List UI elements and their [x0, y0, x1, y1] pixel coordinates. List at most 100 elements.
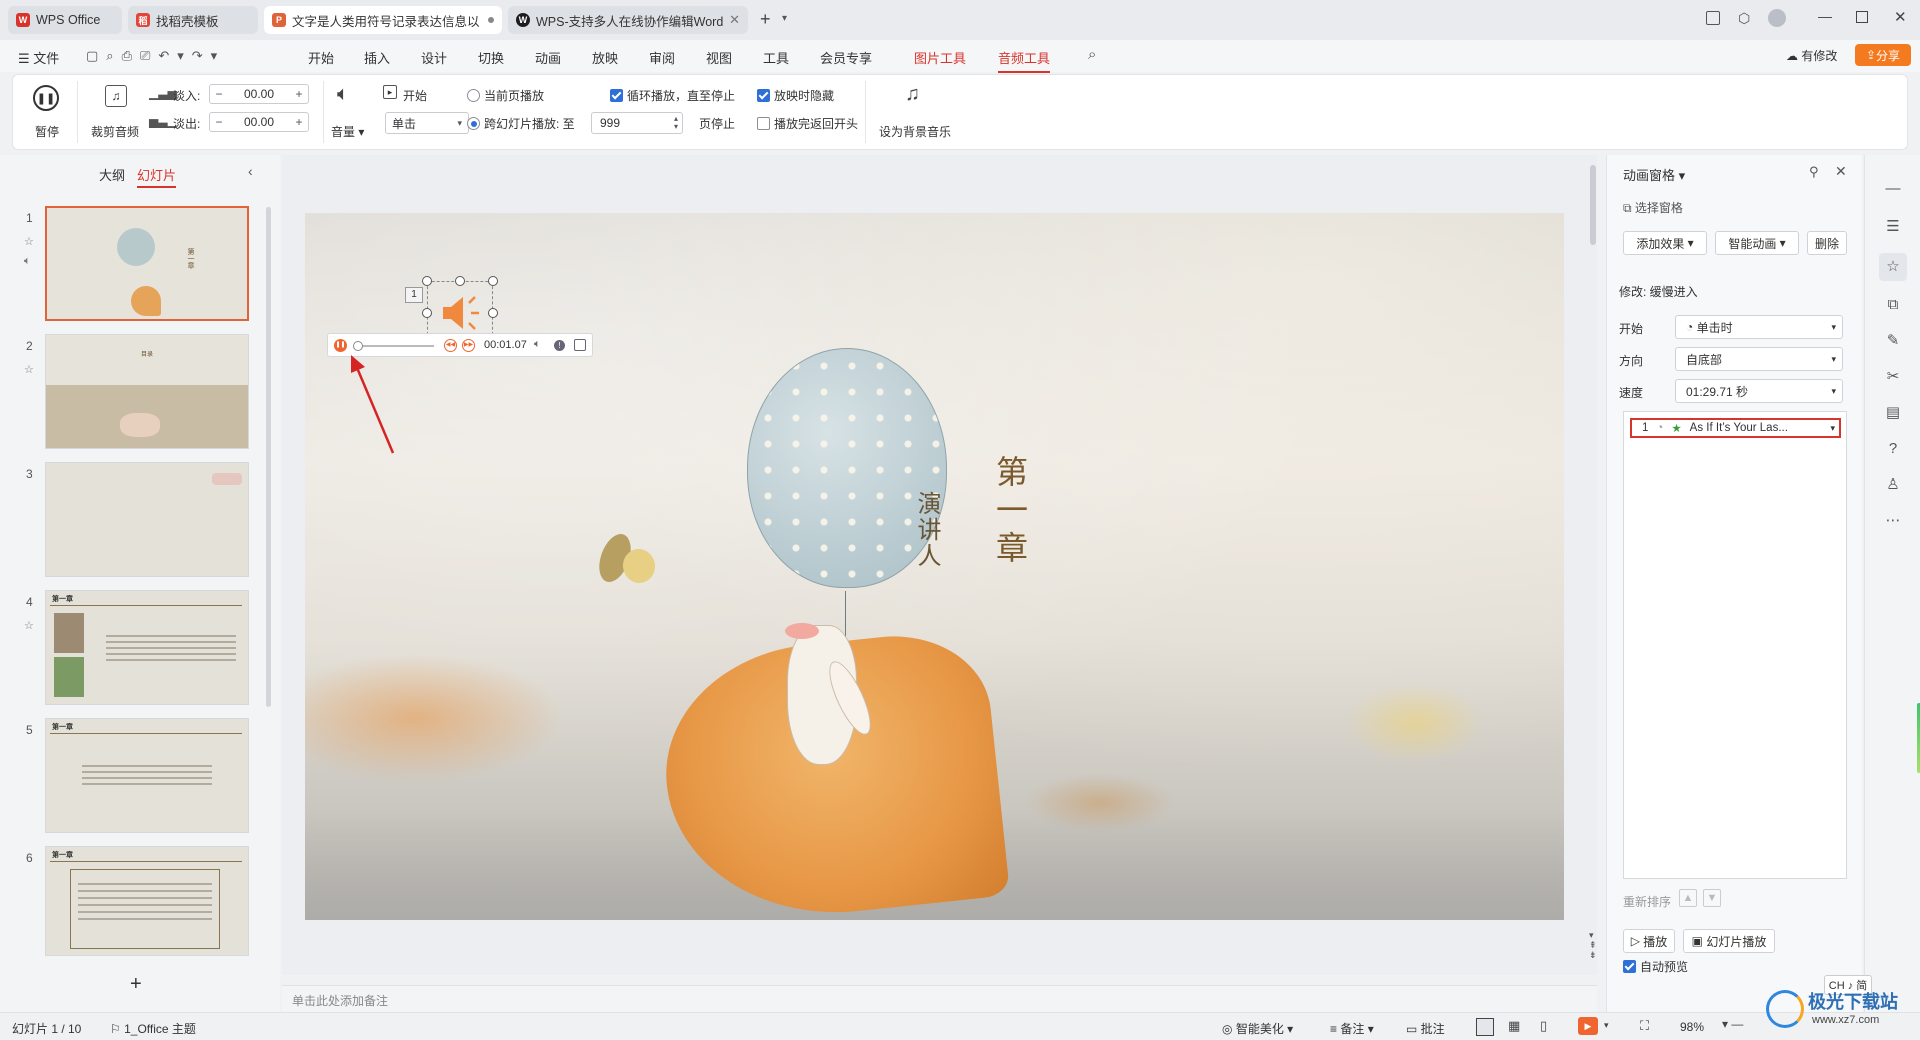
tab-docer[interactable]: 稻 找稻壳模板 [128, 6, 258, 34]
zoom-out-icon[interactable]: ▾ — [1722, 1017, 1743, 1031]
resize-handle[interactable] [422, 308, 432, 318]
pin-icon[interactable]: ⚲ [1809, 164, 1819, 180]
layout-icon[interactable] [1706, 11, 1720, 25]
resize-handle[interactable] [422, 276, 432, 286]
add-slide-button[interactable]: + [130, 973, 142, 996]
restore-icon[interactable] [1856, 11, 1868, 23]
select-pane-link[interactable]: ⧉ 选择窗格 [1623, 199, 1683, 216]
tab-wps-office[interactable]: W WPS Office [8, 6, 122, 34]
menu-start[interactable]: 开始 [308, 48, 334, 67]
page-nav-icon[interactable]: ▾ ⇞ ⇟ [1589, 930, 1597, 960]
tab-wps-web[interactable]: W WPS-支持多人在线协作编辑Word ✕ [508, 6, 748, 34]
slide-title[interactable]: 第一章 [987, 455, 1033, 569]
close-pane-icon[interactable]: ✕ [1835, 163, 1847, 180]
cross-slide-play-radio[interactable]: 跨幻灯片播放: 至 [467, 115, 575, 132]
slide-subtitle[interactable]: 演讲人 [910, 491, 945, 569]
menu-review[interactable]: 审阅 [649, 48, 675, 67]
trim-audio-icon[interactable]: ♫ [105, 85, 127, 107]
current-page-play-radio[interactable]: 当前页播放 [467, 87, 544, 104]
pause-icon[interactable]: ❚❚ [33, 85, 59, 111]
fade-out-value[interactable]: 00.00 [228, 115, 290, 129]
slide-thumbnail-5[interactable]: 第一章 [45, 718, 249, 833]
forward-icon[interactable]: ▶▶ [462, 339, 475, 352]
edit-icon[interactable]: ✎ [1883, 331, 1903, 351]
menu-insert[interactable]: 插入 [364, 48, 390, 67]
canvas-scrollbar[interactable] [1590, 165, 1596, 245]
close-icon[interactable]: ✕ [729, 12, 740, 28]
move-up-button[interactable]: ▲ [1679, 889, 1697, 907]
notes-placeholder[interactable]: 单击此处添加备注 [292, 992, 388, 1009]
set-bg-music-button[interactable]: 设为背景音乐 [879, 123, 951, 140]
player-volume-icon[interactable]: 🔈︎ [534, 338, 541, 351]
share-button[interactable]: ⇪ 分享 [1855, 44, 1911, 66]
fit-window-icon[interactable]: ⛶ [1640, 1018, 1649, 1034]
direction-select[interactable]: 自底部 ▾ [1675, 347, 1843, 371]
hide-on-show-checkbox[interactable]: 放映时隐藏 [757, 87, 834, 104]
pause-button[interactable]: 暂停 [35, 123, 59, 140]
trim-audio-button[interactable]: 裁剪音频 [91, 123, 139, 140]
slide-thumbnail-1[interactable]: 第一章 [45, 206, 249, 321]
collapse-panel-icon[interactable]: ‹ [248, 163, 253, 179]
chevron-down-icon[interactable]: ▾ [1830, 423, 1835, 434]
tools-icon[interactable]: ✂ [1883, 367, 1903, 387]
tab-current-document[interactable]: P 文字是人类用符号记录表达信息以 [264, 6, 502, 34]
new-tab-button[interactable]: + [760, 9, 771, 30]
speaker-icon[interactable] [439, 291, 485, 335]
resize-handle[interactable] [455, 276, 465, 286]
reading-view-icon[interactable]: ▯ [1540, 1018, 1547, 1034]
slideshow-button[interactable]: ▣ 幻灯片播放 [1683, 929, 1775, 953]
menu-animation[interactable]: 动画 [535, 48, 561, 67]
slide-thumbnail-4[interactable]: 第一章 [45, 590, 249, 705]
settings-sliders-icon[interactable]: ☰ [1883, 217, 1903, 237]
theme-indicator[interactable]: ⚐ 1_Office 主题 [110, 1020, 196, 1037]
slide-thumbnail-3[interactable] [45, 462, 249, 577]
close-window-icon[interactable]: ✕ [1894, 8, 1907, 26]
fade-in-value[interactable]: 00.00 [228, 87, 290, 101]
search-icon[interactable]: ⌕ [1088, 46, 1096, 63]
menu-transition[interactable]: 切换 [478, 48, 504, 67]
move-down-button[interactable]: ▼ [1703, 889, 1721, 907]
smart-animation-button[interactable]: 智能动画 ▾ [1715, 231, 1799, 255]
play-button[interactable]: ▷ 播放 [1623, 929, 1675, 953]
start-select[interactable]: ◔ 单击时 ▾ [1675, 315, 1843, 339]
player-pause-button[interactable]: ❚❚ [334, 339, 347, 352]
book-icon[interactable]: ▤ [1883, 403, 1903, 423]
collapse-icon[interactable]: — [1883, 179, 1903, 199]
rewind-icon[interactable]: ◀◀ [444, 339, 457, 352]
play-slideshow-button[interactable]: ▶ [1578, 1017, 1598, 1035]
resize-handle[interactable] [488, 308, 498, 318]
slide-thumbnail-2[interactable]: 目录 [45, 334, 249, 449]
cross-slide-spinner[interactable]: 999 ▴ ▾ [591, 112, 683, 134]
embed-icon[interactable] [574, 339, 586, 351]
menu-design[interactable]: 设计 [421, 48, 447, 67]
animation-list-item[interactable]: 1 ◔ ★ As If It’s Your Las... ▾ [1630, 418, 1841, 438]
chevron-down-icon[interactable]: ▾ [1604, 1020, 1609, 1031]
music-note-icon[interactable]: ♫ [905, 83, 920, 106]
fade-out-spinner[interactable]: − 00.00 + [209, 112, 309, 132]
menu-member[interactable]: 会员专享 [820, 48, 872, 67]
notes-toggle[interactable]: ≡ 备注 ▾ [1330, 1020, 1374, 1037]
sorter-view-icon[interactable]: ▦ [1508, 1018, 1520, 1034]
avatar[interactable] [1768, 9, 1786, 27]
add-effect-button[interactable]: 添加效果 ▾ [1623, 231, 1707, 255]
menu-view[interactable]: 视图 [706, 48, 732, 67]
slide-thumbnail-6[interactable]: 第一章 [45, 846, 249, 956]
slide-canvas[interactable]: 第一章 演讲人 1 ❚❚ ◀◀ ▶▶ 00:01.07 🔈︎ ! [305, 213, 1564, 920]
resize-handle[interactable] [488, 276, 498, 286]
rewind-after-play-checkbox[interactable]: 播放完返回开头 [757, 115, 858, 132]
menu-slideshow[interactable]: 放映 [592, 48, 618, 67]
volume-icon[interactable]: 🔈︎ [337, 83, 349, 106]
cube-icon[interactable]: ⬡ [1738, 10, 1750, 27]
minimize-icon[interactable]: — [1818, 8, 1832, 24]
info-icon[interactable]: ! [554, 340, 565, 351]
player-progress-track[interactable] [354, 345, 434, 347]
loop-play-checkbox[interactable]: 循环播放，直至停止 [610, 87, 735, 104]
comments-toggle[interactable]: ▭ 批注 [1406, 1020, 1445, 1037]
normal-view-icon[interactable] [1476, 1018, 1494, 1036]
fade-in-spinner[interactable]: − 00.00 + [209, 84, 309, 104]
animation-star-icon[interactable]: ☆ [1879, 253, 1907, 281]
animation-pane-title[interactable]: 动画窗格 ▾ [1623, 165, 1685, 184]
speed-select[interactable]: 01:29.71 秒 ▾ [1675, 379, 1843, 403]
start-select[interactable]: 单击 ▾ [385, 112, 469, 134]
menu-picture-tools[interactable]: 图片工具 [914, 48, 966, 67]
